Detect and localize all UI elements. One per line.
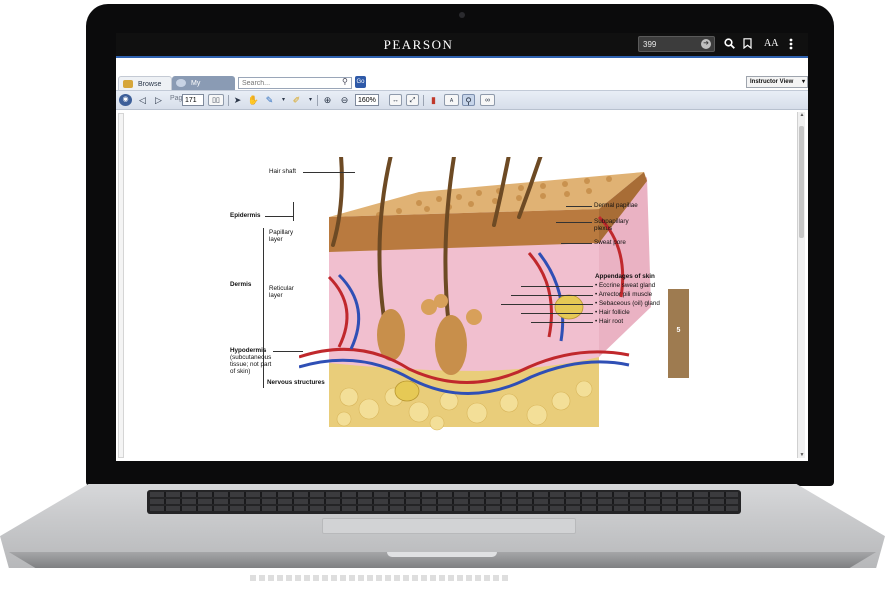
- view-select-value: Instructor View: [750, 79, 794, 85]
- search-input[interactable]: [238, 77, 352, 89]
- label-hypodermis-desc: of skin): [230, 368, 251, 375]
- laptop-screen: PEARSON ➜ AA Browse My Searches ⚲ Go In: [116, 33, 808, 461]
- label-papillary: Papillary: [269, 229, 294, 236]
- left-panel-handle[interactable]: [118, 113, 124, 458]
- label-hypodermis-desc: (subcutaneous: [230, 354, 272, 361]
- label-nervous-structures: Nervous structures: [267, 379, 325, 386]
- pen-icon[interactable]: ✎: [263, 94, 276, 106]
- font-size-button[interactable]: AA: [764, 38, 778, 50]
- book-icon: [123, 80, 133, 88]
- lid-notch: [387, 552, 497, 557]
- scroll-up-icon[interactable]: ▲: [798, 112, 806, 118]
- leader-line: [531, 322, 593, 323]
- label-dermis: Dermis: [230, 281, 252, 288]
- label-epidermis: Epidermis: [230, 212, 261, 219]
- leader-line: [303, 172, 355, 173]
- tabs-row: Browse My Searches ⚲ Go Instructor View …: [116, 72, 808, 102]
- dropdown-arrow-icon[interactable]: ▾: [304, 94, 317, 106]
- leader-line: [521, 313, 593, 314]
- label-reticular: Reticular: [269, 285, 294, 292]
- chapter-number: 5: [676, 327, 681, 334]
- glasses-icon[interactable]: ∞: [480, 94, 495, 106]
- label-eccrine: • Eccrine sweat gland: [595, 282, 656, 289]
- trackpad: [322, 518, 576, 534]
- bookmark-icon[interactable]: [743, 38, 752, 52]
- label-dermal-papillae: Dermal papillae: [594, 202, 638, 209]
- scrollbar-thumb[interactable]: [799, 126, 804, 238]
- fit-page-icon[interactable]: ⤢: [406, 94, 419, 106]
- prev-page-icon[interactable]: ◁: [136, 94, 149, 106]
- more-menu-icon[interactable]: [789, 38, 793, 53]
- label-hair-root: • Hair root: [595, 318, 624, 325]
- highlighter-icon[interactable]: ✐: [290, 94, 303, 106]
- page-jump-input[interactable]: [643, 38, 697, 50]
- label-subpapillary-line2: plexus: [594, 225, 613, 232]
- tab-browse[interactable]: Browse: [118, 76, 172, 91]
- leader-line: [556, 222, 592, 223]
- skin-cross-section-illustration: [299, 157, 651, 431]
- label-hair-shaft: Hair shaft: [269, 168, 296, 175]
- label-arrector: • Arrector pili muscle: [595, 291, 653, 298]
- keyboard-row: [150, 506, 738, 511]
- page-input[interactable]: [182, 94, 204, 106]
- fit-width-icon[interactable]: ↔: [389, 94, 402, 106]
- go-button[interactable]: Go: [355, 76, 366, 88]
- webcam: [459, 12, 465, 18]
- leader-line: [273, 351, 303, 352]
- go-arrow-icon[interactable]: ➜: [701, 39, 711, 49]
- view-select[interactable]: Instructor View ▾: [746, 76, 808, 88]
- toolbar-separator: [317, 95, 318, 106]
- brand-logo: PEARSON: [383, 37, 454, 52]
- label-hair-follicle: • Hair follicle: [595, 309, 630, 316]
- label-subpapillary: Subpapillary: [594, 218, 629, 225]
- accent-divider: [116, 56, 808, 58]
- leader-line: [511, 295, 593, 296]
- chapter-tab: 5: [668, 289, 689, 378]
- next-page-icon[interactable]: ▷: [152, 94, 165, 106]
- search-icon[interactable]: [724, 38, 735, 52]
- skin-figure: Hair shaft Epidermis Papillary layer Der…: [221, 135, 716, 445]
- tab-browse-label: Browse: [138, 81, 162, 88]
- magnifier-icon[interactable]: ⚲: [342, 77, 348, 86]
- reader-toolbar: ◉ ◁ ▷ Page ▯▯ ➤ ✋ ✎ ▾ ✐ ▾ ⊕ ⊖ ↔ ⤢ ▮ A ⚲ …: [116, 90, 808, 110]
- bookmark-page-icon[interactable]: ▮: [427, 94, 440, 106]
- label-hypodermis-desc: tissue; not part: [230, 361, 272, 368]
- zoom-input[interactable]: [355, 94, 379, 106]
- text-size-icon[interactable]: A: [444, 94, 459, 106]
- label-sebaceous: • Sebaceous (oil) gland: [595, 300, 660, 307]
- zoom-in-icon[interactable]: ⊕: [321, 94, 334, 106]
- page-jump-box: ➜: [638, 36, 715, 52]
- keyboard-row: [150, 492, 738, 497]
- label-papillary-line2: layer: [269, 236, 283, 243]
- label-sweat-pore: Sweat pore: [594, 239, 626, 246]
- bracket: [293, 202, 294, 221]
- tab-my-searches[interactable]: My Searches: [172, 76, 235, 102]
- two-page-icon[interactable]: ▯▯: [208, 94, 224, 106]
- label-appendages: Appendages of skin: [595, 273, 655, 280]
- pointer-icon[interactable]: ➤: [231, 94, 244, 106]
- chevron-down-icon: ▾: [801, 79, 805, 85]
- reflection: [250, 575, 510, 581]
- hand-icon[interactable]: ✋: [247, 94, 260, 106]
- leader-line: [501, 304, 593, 305]
- label-reticular-line2: layer: [269, 292, 283, 299]
- leader-line: [265, 216, 293, 217]
- scroll-down-icon[interactable]: ▼: [798, 452, 806, 458]
- toolbar-separator: [228, 95, 229, 106]
- dropdown-arrow-icon[interactable]: ▾: [277, 94, 290, 106]
- toolbar-separator: [423, 95, 424, 106]
- leader-line: [521, 286, 593, 287]
- link-icon[interactable]: ⚲: [462, 94, 475, 106]
- search-tab-icon: [176, 79, 186, 87]
- keyboard-row: [150, 499, 738, 504]
- home-icon[interactable]: ◉: [119, 94, 132, 106]
- top-bar: PEARSON ➜ AA: [116, 33, 808, 56]
- leader-line: [561, 243, 592, 244]
- leader-line: [566, 206, 592, 207]
- vertical-scrollbar[interactable]: ▲ ▼: [797, 112, 805, 458]
- zoom-out-icon[interactable]: ⊖: [338, 94, 351, 106]
- document-view: ▲ ▼ Hair shaft Epidermis Papillary layer…: [116, 110, 808, 461]
- label-hypodermis: Hypodermis: [230, 347, 267, 354]
